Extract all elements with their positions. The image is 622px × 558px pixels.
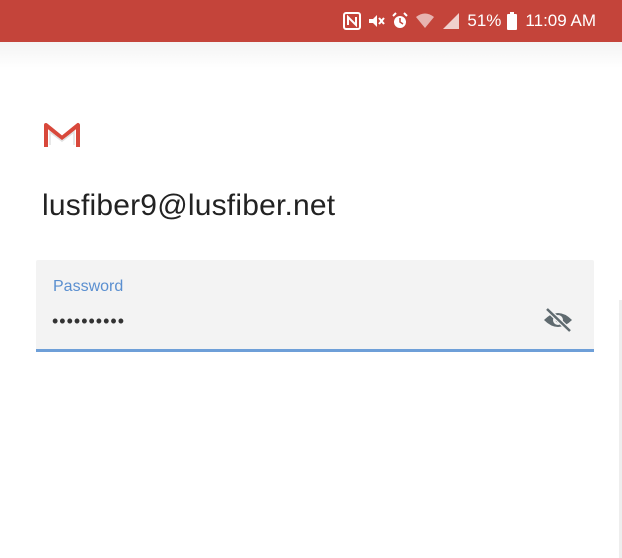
password-label: Password bbox=[53, 278, 124, 295]
status-time: 11:09 AM bbox=[525, 11, 596, 30]
alarm-icon bbox=[391, 11, 409, 31]
password-input[interactable] bbox=[52, 306, 522, 336]
battery-percentage: 51% bbox=[467, 11, 502, 30]
gmail-logo bbox=[44, 122, 80, 148]
visibility-off-icon[interactable] bbox=[540, 304, 576, 336]
status-bar: 51% 11:09 AM bbox=[0, 0, 622, 42]
mute-icon bbox=[367, 11, 386, 31]
signal-icon bbox=[441, 11, 461, 31]
wifi-icon bbox=[415, 11, 435, 31]
app-bar-shadow bbox=[0, 42, 622, 68]
battery-icon bbox=[507, 11, 518, 31]
password-field[interactable]: Password bbox=[36, 260, 594, 352]
nfc-icon bbox=[343, 11, 362, 31]
account-email: lusfiber9@lusfiber.net bbox=[42, 189, 336, 222]
